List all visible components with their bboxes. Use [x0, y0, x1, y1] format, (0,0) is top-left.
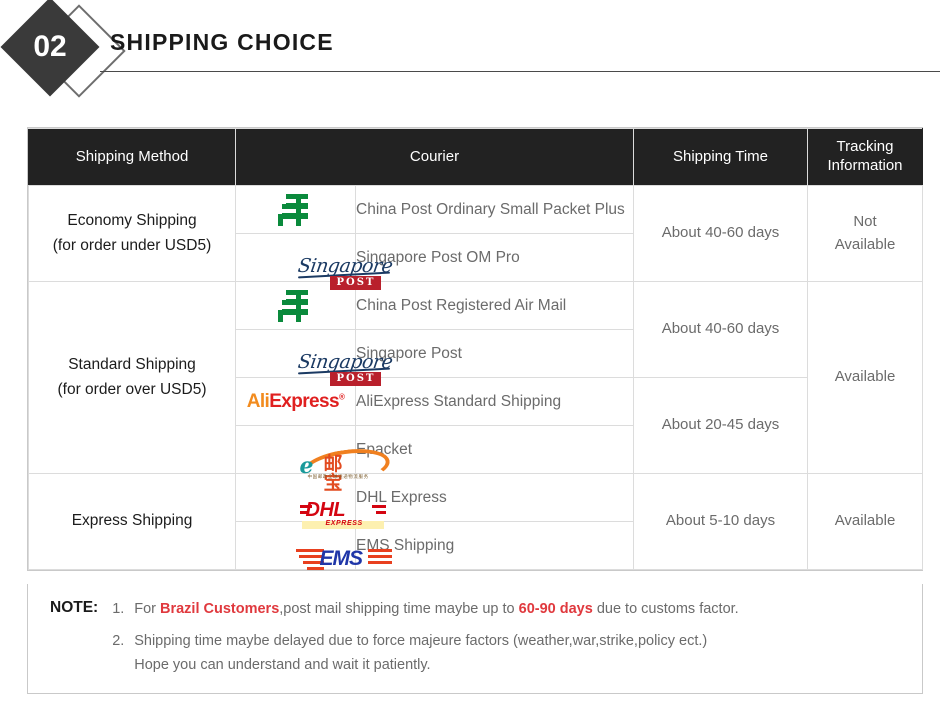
courier-logo-cell — [235, 185, 356, 234]
note-text: For Brazil Customers,post mail shipping … — [134, 598, 738, 621]
dhl-bar — [375, 511, 386, 515]
tracking-header-line1: Tracking — [836, 138, 894, 156]
page-title: SHIPPING CHOICE — [110, 29, 334, 55]
method-line1: Economy Shipping — [67, 212, 197, 230]
note-spacer — [112, 621, 738, 630]
note-number: 2. — [112, 633, 125, 650]
china-post-logo — [274, 286, 318, 326]
table-body: Economy Shipping (for order under USD5) — [28, 185, 923, 571]
aliexpress-trademark: ® — [338, 392, 345, 402]
courier-name: AliExpress Standard Shipping — [355, 377, 634, 426]
note-list: 1. For Brazil Customers,post mail shippi… — [112, 598, 738, 677]
column-header-shipping-time: Shipping Time — [633, 128, 808, 186]
tracking-status: Not Available — [807, 185, 923, 282]
courier-logo-cell: Singapore POST — [235, 233, 393, 291]
shipping-time-value: About 5-10 days — [633, 473, 808, 570]
dhl-wordmark: DHL — [305, 499, 346, 522]
column-header-tracking-information: Tracking Information — [807, 128, 923, 186]
dhl-express-label: EXPRESS — [325, 520, 363, 528]
shipping-time-value: About 40-60 days — [633, 185, 808, 282]
note-1-part2: ,post mail shipping time maybe up to — [279, 601, 519, 617]
courier-name: Singapore Post OM Pro — [355, 233, 634, 282]
note-block: NOTE: 1. For Brazil Customers,post mail … — [27, 584, 923, 695]
courier-name: EMS Shipping — [355, 521, 634, 570]
singapore-post-badge: POST — [329, 276, 382, 291]
table-header-row: Shipping Method Courier Shipping Time Tr… — [28, 128, 923, 186]
aliexpress-express: Express — [269, 391, 339, 412]
note-label: NOTE: — [50, 599, 99, 616]
ems-stripe — [367, 555, 392, 559]
singapore-post-badge: POST — [329, 372, 382, 387]
note-2-line1: Shipping time maybe delayed due to force… — [134, 633, 708, 650]
ems-stripe — [367, 561, 392, 565]
shipping-method-economy: Economy Shipping (for order under USD5) — [28, 185, 236, 282]
shipping-time-value: About 40-60 days — [633, 281, 808, 378]
courier-logo-cell: Singapore POST — [235, 329, 393, 387]
note-1-highlight-brazil: Brazil Customers — [160, 601, 280, 617]
note-text: Shipping time maybe delayed due to force… — [134, 630, 738, 677]
courier-name: China Post Ordinary Small Packet Plus — [355, 185, 634, 234]
ems-wordmark: EMS — [319, 547, 364, 571]
ems-stripe — [367, 549, 392, 553]
header-divider — [100, 71, 940, 72]
column-header-shipping-method: Shipping Method — [28, 128, 236, 186]
section-header: 02 SHIPPING CHOICE — [0, 0, 950, 110]
courier-name: China Post Registered Air Mail — [355, 281, 634, 330]
shipping-method-standard: Standard Shipping (for order over USD5) — [28, 281, 236, 474]
note-item-2: 2. Shipping time maybe delayed due to fo… — [112, 630, 738, 677]
table-row: Standard Shipping (for order over USD5) — [28, 281, 923, 474]
column-header-courier: Courier — [235, 128, 634, 186]
tracking-line2: Available — [834, 235, 896, 253]
dhl-bar — [371, 505, 386, 509]
section-number: 02 — [33, 30, 67, 63]
shipping-time-value: About 20-45 days — [633, 377, 808, 474]
method-line2: (for order under USD5) — [52, 236, 212, 254]
note-1-highlight-days: 60-90 days — [518, 601, 593, 617]
courier-name: Singapore Post — [355, 329, 634, 378]
tracking-status: Available — [807, 281, 923, 474]
shipping-table: Shipping Method Courier Shipping Time Tr… — [28, 128, 923, 571]
aliexpress-ali: Ali — [246, 391, 270, 412]
table-header: Shipping Method Courier Shipping Time Tr… — [28, 128, 923, 186]
method-line1: Standard Shipping — [68, 356, 196, 374]
shipping-method-express: Express Shipping — [28, 473, 236, 570]
note-2-line2: Hope you can understand and wait it pati… — [134, 656, 431, 673]
china-post-logo — [274, 190, 318, 230]
note-number: 1. — [112, 601, 125, 617]
note-1-part3: due to customs factor. — [592, 601, 739, 617]
table-row: Express Shipping DHL EXPRESS DHL Express… — [28, 473, 923, 570]
tracking-status: Available — [807, 473, 923, 570]
courier-name: Epacket — [355, 425, 634, 474]
note-item-1: 1. For Brazil Customers,post mail shippi… — [112, 598, 738, 621]
shipping-table-wrapper: Shipping Method Courier Shipping Time Tr… — [27, 127, 923, 571]
tracking-header-line2: Information — [827, 157, 903, 174]
aliexpress-logo: AliExpress® — [247, 392, 345, 411]
courier-logo-cell: e 邮宝 中国邮政全球速递物流服务 — [235, 425, 392, 493]
method-line2: (for order over USD5) — [57, 380, 207, 398]
table-row: Economy Shipping (for order under USD5) — [28, 185, 923, 282]
note-1-part1: For — [134, 601, 160, 617]
courier-name: DHL Express — [355, 473, 634, 522]
tracking-line1: Not — [853, 213, 877, 230]
